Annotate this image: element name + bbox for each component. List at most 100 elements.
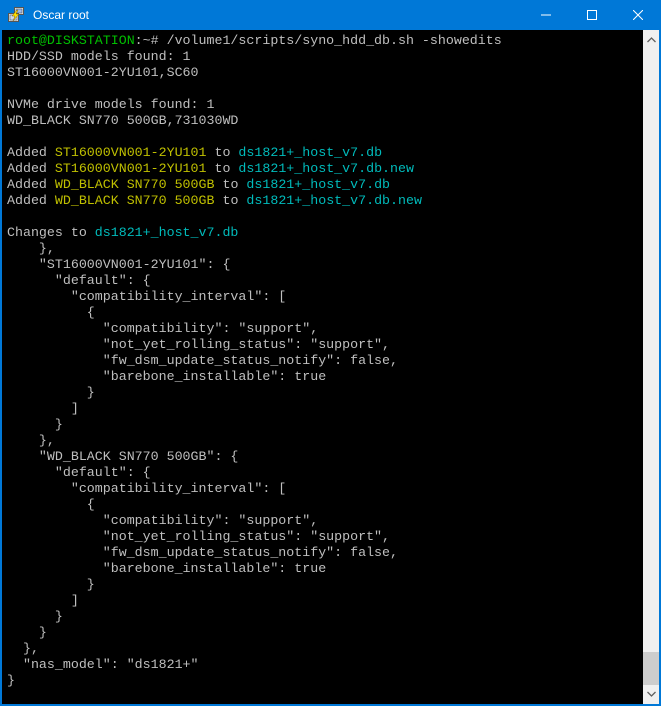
terminal-text-segment: ] <box>7 593 79 608</box>
terminal-line <box>7 129 643 145</box>
minimize-icon <box>541 10 551 20</box>
terminal-text-segment: WD_BLACK SN770 500GB <box>55 177 215 192</box>
terminal-line: { <box>7 305 643 321</box>
terminal-line: "compatibility": "support", <box>7 513 643 529</box>
close-icon <box>633 10 643 20</box>
scroll-up-button[interactable] <box>643 32 659 48</box>
terminal-text-segment: ST16000VN001-2YU101,SC60 <box>7 65 199 80</box>
terminal-line: }, <box>7 433 643 449</box>
terminal-line: "fw_dsm_update_status_notify": false, <box>7 353 643 369</box>
terminal-text-segment: WD_BLACK SN770 500GB,731030WD <box>7 113 238 128</box>
terminal-line: "barebone_installable": true <box>7 561 643 577</box>
terminal-line: Changes to ds1821+_host_v7.db <box>7 225 643 241</box>
scrollbar-thumb[interactable] <box>643 652 659 685</box>
maximize-button[interactable] <box>569 0 615 30</box>
terminal-text-segment: Added <box>7 145 55 160</box>
terminal-line: Added ST16000VN001-2YU101 to ds1821+_hos… <box>7 145 643 161</box>
terminal-text-segment: ds1821+_host_v7.db.new <box>238 161 414 176</box>
terminal-text-segment: to <box>207 161 239 176</box>
window-controls <box>523 0 661 30</box>
terminal-text-segment: Added <box>7 177 55 192</box>
terminal-text-segment: HDD/SSD models found: 1 <box>7 49 191 64</box>
terminal-text-segment: ST16000VN001-2YU101 <box>55 161 207 176</box>
terminal-text-segment: "default": { <box>7 273 151 288</box>
terminal-line: "not_yet_rolling_status": "support", <box>7 337 643 353</box>
terminal-text-segment: "nas_model": "ds1821+" <box>7 657 199 672</box>
terminal-text-segment: ds1821+_host_v7.db <box>95 225 239 240</box>
terminal-line: "WD_BLACK SN770 500GB": { <box>7 449 643 465</box>
terminal-text-segment: } <box>7 625 47 640</box>
terminal-text-segment: "compatibility": "support", <box>7 513 318 528</box>
terminal-text-segment: "default": { <box>7 465 151 480</box>
terminal-line: Added ST16000VN001-2YU101 to ds1821+_hos… <box>7 161 643 177</box>
scroll-down-button[interactable] <box>643 686 659 702</box>
terminal-text-segment: to <box>214 193 246 208</box>
terminal-line: "fw_dsm_update_status_notify": false, <box>7 545 643 561</box>
terminal-text-segment: Changes to <box>7 225 95 240</box>
terminal-line: WD_BLACK SN770 500GB,731030WD <box>7 113 643 129</box>
terminal-text-segment: ] <box>7 401 79 416</box>
terminal-text-segment: }, <box>7 433 55 448</box>
minimize-button[interactable] <box>523 0 569 30</box>
terminal-text-segment: "WD_BLACK SN770 500GB": { <box>7 449 238 464</box>
terminal-line: } <box>7 417 643 433</box>
terminal-text-segment: ds1821+_host_v7.db <box>246 177 390 192</box>
terminal-line: } <box>7 577 643 593</box>
titlebar[interactable]: Oscar root <box>0 0 661 30</box>
terminal-text-segment: "not_yet_rolling_status": "support", <box>7 337 390 352</box>
terminal-line: "compatibility_interval": [ <box>7 481 643 497</box>
terminal-text-segment: }, <box>7 641 39 656</box>
terminal-line: Added WD_BLACK SN770 500GB to ds1821+_ho… <box>7 177 643 193</box>
terminal-text-segment: } <box>7 417 63 432</box>
terminal-text-segment: ds1821+_host_v7.db <box>238 145 382 160</box>
terminal-text-segment: "not_yet_rolling_status": "support", <box>7 529 390 544</box>
terminal-output[interactable]: root@DISKSTATION:~# /volume1/scripts/syn… <box>2 30 643 704</box>
terminal-text-segment: } <box>7 673 15 688</box>
terminal-line: "default": { <box>7 465 643 481</box>
terminal-line: "compatibility": "support", <box>7 321 643 337</box>
terminal-line: } <box>7 625 643 641</box>
terminal-line: ] <box>7 593 643 609</box>
terminal-line: "compatibility_interval": [ <box>7 289 643 305</box>
terminal-text-segment: "fw_dsm_update_status_notify": false, <box>7 353 398 368</box>
terminal-line: }, <box>7 641 643 657</box>
terminal-line: { <box>7 497 643 513</box>
terminal-text-segment: "fw_dsm_update_status_notify": false, <box>7 545 398 560</box>
terminal-text-segment: "barebone_installable": true <box>7 561 326 576</box>
terminal-text-segment: to <box>207 145 239 160</box>
terminal-line: }, <box>7 241 643 257</box>
terminal-text-segment: "ST16000VN001-2YU101": { <box>7 257 230 272</box>
terminal-text-segment: "compatibility_interval": [ <box>7 481 286 496</box>
terminal-text-segment: Added <box>7 193 55 208</box>
terminal-text-segment: Added <box>7 161 55 176</box>
terminal-text-segment: root@DISKSTATION <box>7 33 135 48</box>
window-body: root@DISKSTATION:~# /volume1/scripts/syn… <box>0 30 661 706</box>
terminal-line: } <box>7 385 643 401</box>
terminal-line: "not_yet_rolling_status": "support", <box>7 529 643 545</box>
terminal-line: } <box>7 609 643 625</box>
terminal-text-segment: ds1821+_host_v7.db.new <box>246 193 422 208</box>
close-button[interactable] <box>615 0 661 30</box>
terminal-text-segment: "compatibility_interval": [ <box>7 289 286 304</box>
chevron-up-icon <box>647 37 656 43</box>
putty-window: Oscar root root@DISKSTATION:~# /volume1 <box>0 0 661 706</box>
terminal-text-segment: } <box>7 385 95 400</box>
terminal-line: } <box>7 673 643 689</box>
chevron-down-icon <box>647 691 656 697</box>
terminal-line: NVMe drive models found: 1 <box>7 97 643 113</box>
terminal-line: "barebone_installable": true <box>7 369 643 385</box>
terminal-text-segment: }, <box>7 241 55 256</box>
putty-app-icon <box>8 7 24 23</box>
terminal-line: ] <box>7 401 643 417</box>
terminal-line: ST16000VN001-2YU101,SC60 <box>7 65 643 81</box>
terminal-line: HDD/SSD models found: 1 <box>7 49 643 65</box>
terminal-text-segment: :~# /volume1/scripts/syno_hdd_db.sh -sho… <box>135 33 502 48</box>
terminal-text-segment: NVMe drive models found: 1 <box>7 97 214 112</box>
scrollbar[interactable] <box>643 30 659 704</box>
terminal-line: "ST16000VN001-2YU101": { <box>7 257 643 273</box>
terminal-text-segment: } <box>7 577 95 592</box>
maximize-icon <box>587 10 597 20</box>
window-title: Oscar root <box>33 8 523 22</box>
terminal-line: Added WD_BLACK SN770 500GB to ds1821+_ho… <box>7 193 643 209</box>
terminal-line: "default": { <box>7 273 643 289</box>
